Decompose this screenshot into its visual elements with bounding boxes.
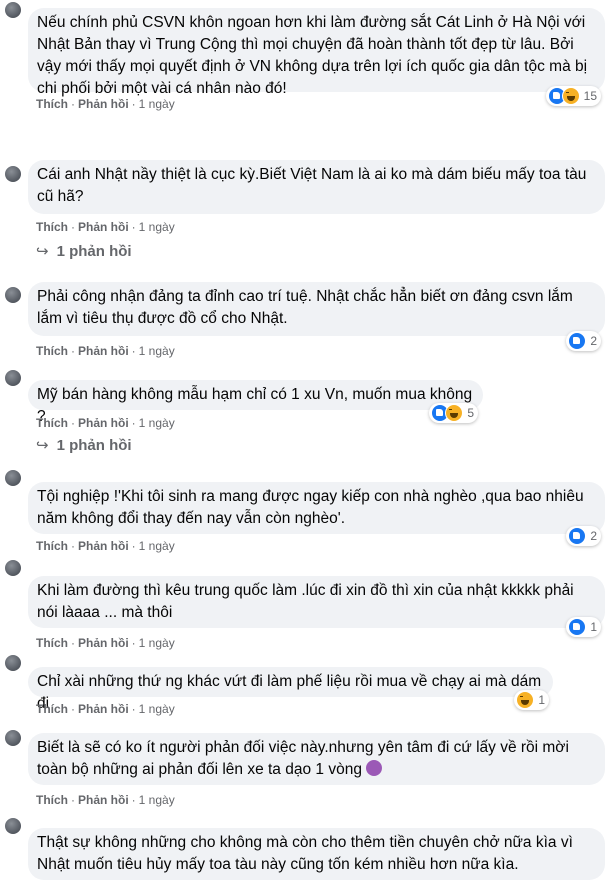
comment-bubble: Mỹ bán hàng không mẫu hạm chỉ có 1 xu Vn… (28, 380, 483, 425)
comment-actions: Thích · Phản hồi · 1 ngày (36, 416, 175, 430)
avatar[interactable] (5, 655, 21, 671)
like-link[interactable]: Thích (36, 97, 68, 111)
comment-time[interactable]: 1 ngày (139, 344, 175, 358)
like-link[interactable]: Thích (36, 793, 68, 807)
like-reaction-icon (568, 332, 587, 350)
avatar[interactable] (5, 370, 21, 386)
comment-actions: Thích · Phản hồi · 1 ngày (36, 220, 175, 234)
reaction-summary[interactable]: 1 (566, 617, 601, 637)
like-link[interactable]: Thích (36, 416, 68, 430)
haha-reaction-icon (445, 404, 464, 422)
reaction-summary[interactable]: 2 (566, 331, 601, 351)
like-link[interactable]: Thích (36, 636, 68, 650)
reply-link[interactable]: Phản hồi (78, 220, 129, 234)
reply-link[interactable]: Phản hồi (78, 539, 129, 553)
comment-text: Biết là sẽ có ko ít người phản đối việc … (37, 739, 569, 778)
reaction-summary[interactable]: 2 (566, 526, 601, 546)
comment-bubble: Nếu chính phủ CSVN khôn ngoan hơn khi là… (28, 8, 605, 97)
haha-reaction-icon (516, 691, 535, 709)
reply-link[interactable]: Phản hồi (78, 702, 129, 716)
comment-actions: Thích · Phản hồi · 1 ngày (36, 539, 175, 553)
like-link[interactable]: Thích (36, 344, 68, 358)
comment-bubble: Chỉ xài những thứ ng khác vứt đi làm phế… (28, 667, 553, 712)
avatar[interactable] (5, 2, 21, 18)
comment-actions: Thích · Phản hồi · 1 ngày (36, 702, 175, 716)
like-reaction-icon (568, 618, 587, 636)
reply-link[interactable]: Phản hồi (78, 344, 129, 358)
comment-time[interactable]: 1 ngày (139, 416, 175, 430)
reaction-count: 1 (538, 693, 545, 707)
haha-reaction-icon (561, 87, 580, 105)
view-replies-link[interactable]: ↪ 1 phản hồi (36, 242, 132, 260)
like-link[interactable]: Thích (36, 702, 68, 716)
comment-text: Nếu chính phủ CSVN khôn ngoan hơn khi là… (37, 14, 588, 97)
comment-time[interactable]: 1 ngày (139, 539, 175, 553)
comment-bubble: Cái anh Nhật nầy thiệt là cục kỳ.Biết Vi… (28, 160, 605, 214)
purple-devil-emoji-icon (365, 760, 382, 776)
reply-arrow-icon: ↪ (36, 437, 49, 454)
comment-time[interactable]: 1 ngày (139, 636, 175, 650)
reaction-summary[interactable]: 5 (429, 403, 478, 423)
like-link[interactable]: Thích (36, 220, 68, 234)
reply-link[interactable]: Phản hồi (78, 416, 129, 430)
view-replies-link[interactable]: ↪ 1 phản hồi (36, 436, 132, 454)
reply-link[interactable]: Phản hồi (78, 636, 129, 650)
reaction-count: 5 (467, 406, 474, 420)
avatar[interactable] (5, 287, 21, 303)
reply-arrow-icon: ↪ (36, 243, 49, 260)
like-reaction-icon (568, 527, 587, 545)
comment-actions: Thích · Phản hồi · 1 ngày (36, 344, 175, 358)
reply-link[interactable]: Phản hồi (78, 793, 129, 807)
comment-text: Cái anh Nhật nầy thiệt là cục kỳ.Biết Vi… (37, 166, 587, 205)
avatar[interactable] (5, 818, 21, 834)
reaction-count: 2 (590, 334, 597, 348)
like-link[interactable]: Thích (36, 539, 68, 553)
reaction-summary[interactable]: 15 (545, 86, 601, 106)
reply-link[interactable]: Phản hồi (78, 97, 129, 111)
comment-time[interactable]: 1 ngày (139, 702, 175, 716)
comment-bubble: Khi làm đường thì kêu trung quốc làm .lú… (28, 576, 605, 628)
comment-bubble: Tội nghiệp !'Khi tôi sinh ra mang được n… (28, 482, 605, 534)
comment-actions: Thích · Phản hồi · 1 ngày (36, 793, 175, 807)
comment-text: Tội nghiệp !'Khi tôi sinh ra mang được n… (37, 488, 584, 527)
comment-text: Khi làm đường thì kêu trung quốc làm .lú… (37, 582, 574, 621)
comment-bubble: Biết là sẽ có ko ít người phản đối việc … (28, 733, 605, 785)
reaction-count: 15 (583, 89, 597, 103)
reaction-count: 1 (590, 620, 597, 634)
reaction-count: 2 (590, 529, 597, 543)
avatar[interactable] (5, 730, 21, 746)
avatar[interactable] (5, 560, 21, 576)
comment-text: Phải công nhận đảng ta đỉnh cao trí tuệ.… (37, 288, 573, 327)
comment-time[interactable]: 1 ngày (139, 97, 175, 111)
comment-actions: Thích · Phản hồi · 1 ngày (36, 97, 175, 111)
avatar[interactable] (5, 470, 21, 486)
comment-time[interactable]: 1 ngày (139, 793, 175, 807)
comment-bubble: Thật sự không những cho không mà còn cho… (28, 828, 605, 880)
avatar[interactable] (5, 166, 21, 182)
comment-time[interactable]: 1 ngày (139, 220, 175, 234)
comment-bubble: Phải công nhận đảng ta đỉnh cao trí tuệ.… (28, 282, 605, 336)
comment-actions: Thích · Phản hồi · 1 ngày (36, 636, 175, 650)
comment-text: Thật sự không những cho không mà còn cho… (37, 834, 573, 873)
reaction-summary[interactable]: 1 (514, 690, 549, 710)
